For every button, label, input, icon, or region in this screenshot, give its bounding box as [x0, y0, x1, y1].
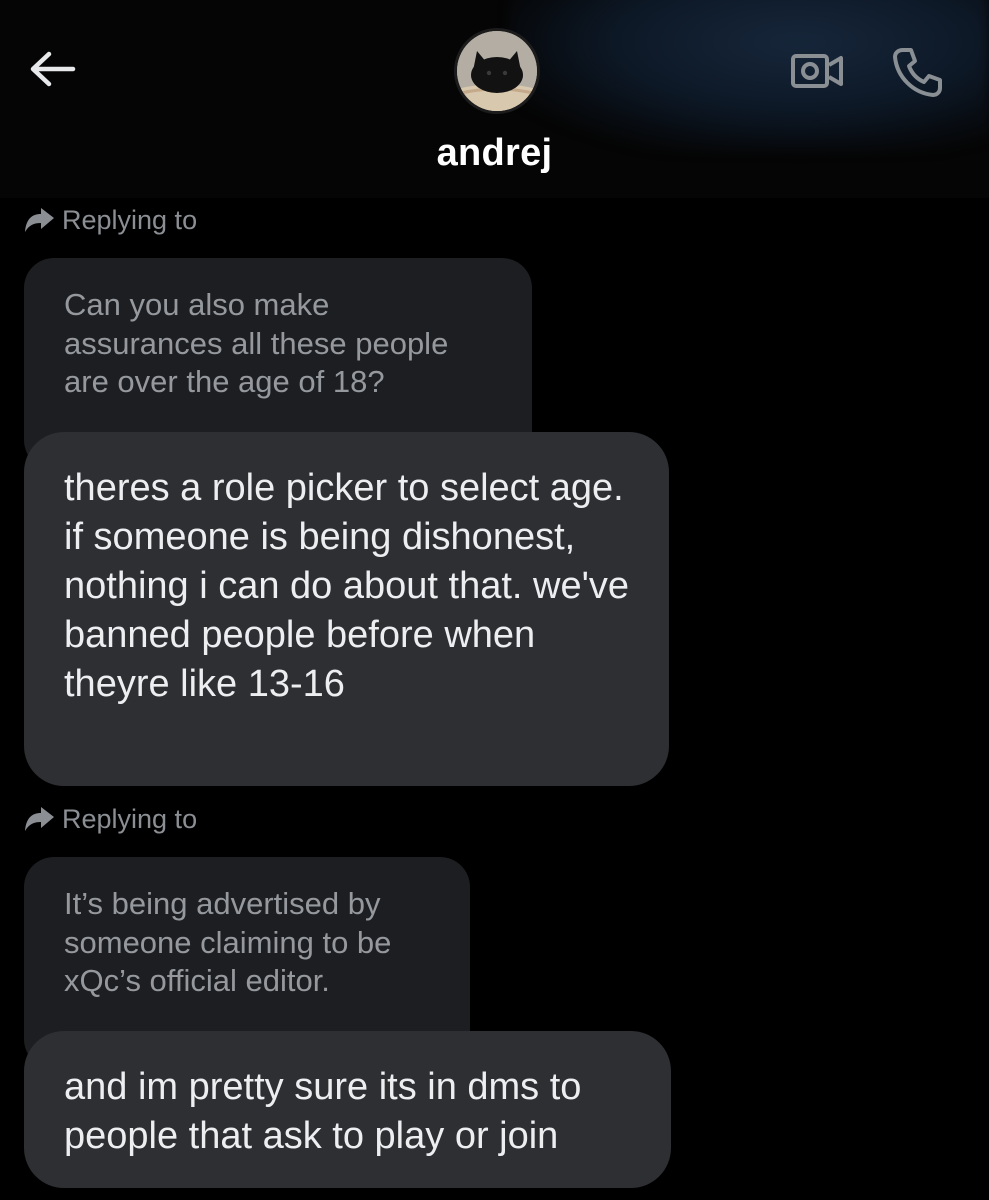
back-button[interactable]	[24, 46, 80, 92]
reply-indicator: Replying to	[24, 801, 197, 837]
reply-label: Replying to	[62, 204, 198, 235]
message-text: and im pretty sure its in dms to people …	[64, 1066, 582, 1157]
phone-icon	[893, 48, 942, 97]
quoted-text: It’s being advertised by someone claimin…	[64, 886, 392, 998]
message-text: theres a role picker to select age. if s…	[64, 467, 629, 705]
voice-call-button[interactable]	[884, 44, 950, 100]
conversation-header: andrej	[0, 0, 989, 198]
arrow-left-icon	[30, 51, 76, 87]
reply-arrow-icon	[25, 208, 54, 232]
reply-indicator: Replying to	[24, 202, 197, 238]
avatar[interactable]	[454, 28, 540, 114]
contact-name: andrej	[436, 132, 553, 174]
video-camera-icon	[791, 54, 843, 88]
message-bubble[interactable]: and im pretty sure its in dms to people …	[24, 1031, 671, 1188]
message-bubble[interactable]: theres a role picker to select age. if s…	[24, 432, 669, 786]
reply-arrow-icon	[25, 807, 54, 831]
quoted-text: Can you also make assurances all these p…	[64, 287, 449, 399]
reply-label: Replying to	[62, 803, 198, 834]
cat-avatar	[457, 31, 537, 111]
video-call-button[interactable]	[786, 48, 848, 94]
